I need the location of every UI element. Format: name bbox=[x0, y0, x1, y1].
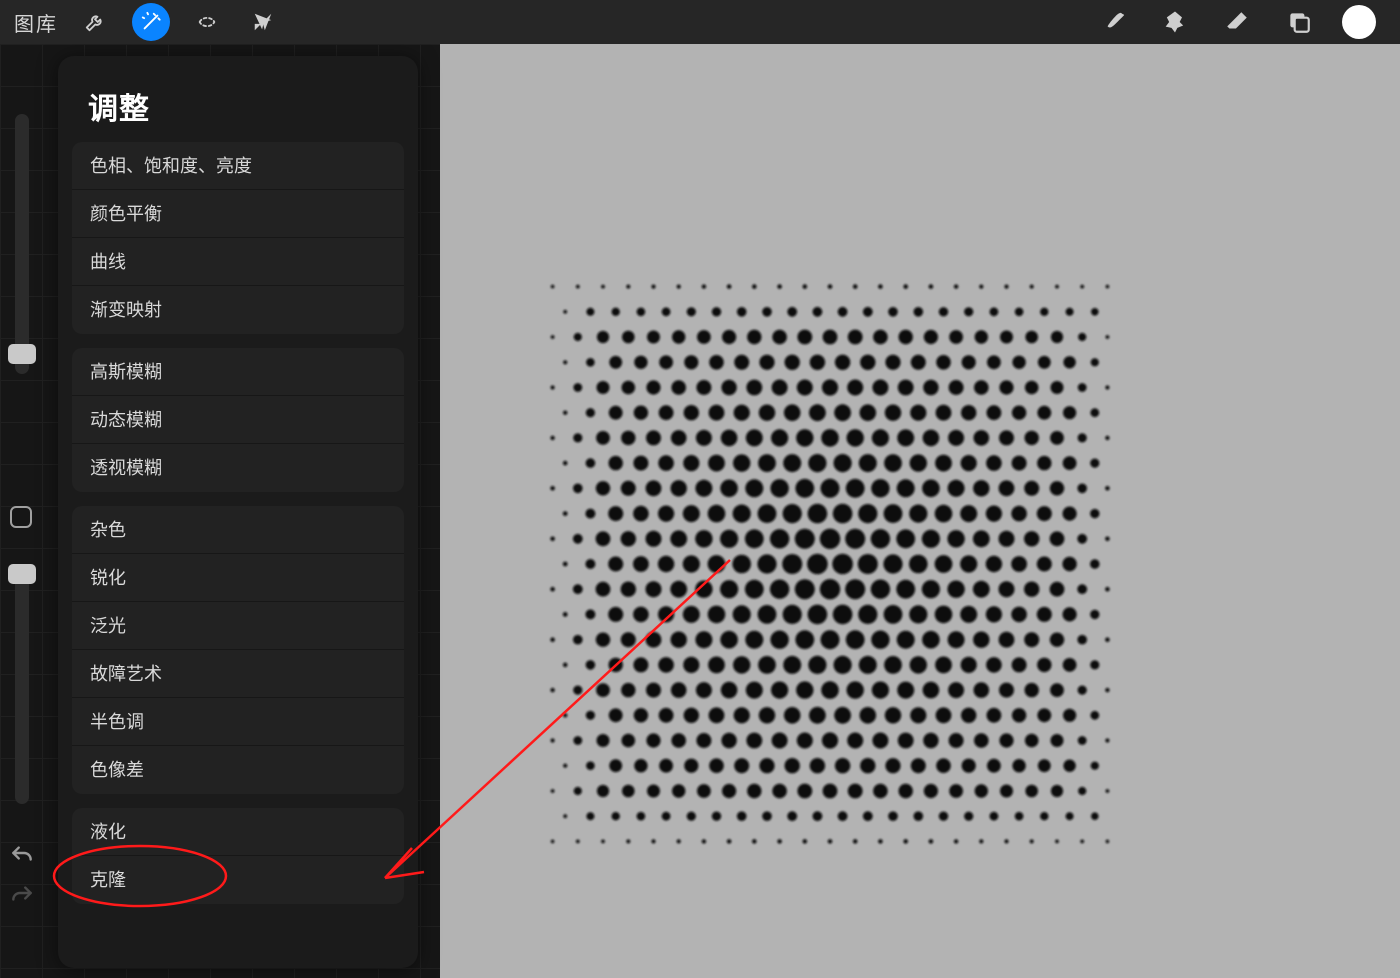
adjust-item-chromatic-aberration[interactable]: 色像差 bbox=[72, 746, 404, 794]
adjust-item-hsl[interactable]: 色相、饱和度、亮度 bbox=[72, 142, 404, 190]
halftone-artwork bbox=[540, 274, 1120, 854]
gallery-button[interactable]: 图库 bbox=[14, 8, 58, 37]
side-rail bbox=[0, 44, 44, 978]
panel-list: 色相、饱和度、亮度 颜色平衡 曲线 渐变映射 高斯模糊 动态模糊 透视模糊 杂色… bbox=[58, 142, 418, 918]
panel-group-tools: 液化 克隆 bbox=[72, 808, 404, 904]
smudge-icon[interactable] bbox=[1156, 3, 1194, 41]
adjust-item-glitch[interactable]: 故障艺术 bbox=[72, 650, 404, 698]
adjust-item-halftone[interactable]: 半色调 bbox=[72, 698, 404, 746]
top-toolbar: 图库 bbox=[0, 0, 1400, 44]
redo-button[interactable] bbox=[0, 874, 44, 912]
color-swatch[interactable] bbox=[1342, 5, 1376, 39]
adjust-item-gaussian-blur[interactable]: 高斯模糊 bbox=[72, 348, 404, 396]
brush-icon[interactable] bbox=[1094, 3, 1132, 41]
adjust-item-liquify[interactable]: 液化 bbox=[72, 808, 404, 856]
toolbar-right-group bbox=[1094, 3, 1400, 41]
eraser-icon[interactable] bbox=[1218, 3, 1256, 41]
adjust-item-bloom[interactable]: 泛光 bbox=[72, 602, 404, 650]
adjust-item-clone[interactable]: 克隆 bbox=[72, 856, 404, 904]
brush-size-slider[interactable] bbox=[15, 114, 29, 374]
panel-title: 调整 bbox=[58, 84, 418, 142]
move-icon[interactable] bbox=[244, 3, 282, 41]
adjust-item-color-balance[interactable]: 颜色平衡 bbox=[72, 190, 404, 238]
adjust-item-noise[interactable]: 杂色 bbox=[72, 506, 404, 554]
modifier-button[interactable] bbox=[10, 506, 32, 528]
opacity-thumb[interactable] bbox=[8, 564, 36, 584]
layers-icon[interactable] bbox=[1280, 3, 1318, 41]
wrench-icon[interactable] bbox=[76, 3, 114, 41]
selection-icon[interactable] bbox=[188, 3, 226, 41]
magic-wand-icon[interactable] bbox=[132, 3, 170, 41]
toolbar-left-group: 图库 bbox=[0, 3, 282, 41]
adjust-item-motion-blur[interactable]: 动态模糊 bbox=[72, 396, 404, 444]
adjustments-panel: 调整 色相、饱和度、亮度 颜色平衡 曲线 渐变映射 高斯模糊 动态模糊 透视模糊… bbox=[58, 56, 418, 968]
panel-group-color: 色相、饱和度、亮度 颜色平衡 曲线 渐变映射 bbox=[72, 142, 404, 334]
panel-group-blur: 高斯模糊 动态模糊 透视模糊 bbox=[72, 348, 404, 492]
canvas-area[interactable] bbox=[440, 44, 1400, 978]
brush-size-thumb[interactable] bbox=[8, 344, 36, 364]
undo-button[interactable] bbox=[0, 834, 44, 872]
panel-group-fx: 杂色 锐化 泛光 故障艺术 半色调 色像差 bbox=[72, 506, 404, 794]
adjust-item-gradient-map[interactable]: 渐变映射 bbox=[72, 286, 404, 334]
adjust-item-curves[interactable]: 曲线 bbox=[72, 238, 404, 286]
adjust-item-perspective-blur[interactable]: 透视模糊 bbox=[72, 444, 404, 492]
opacity-slider[interactable] bbox=[15, 564, 29, 804]
adjust-item-sharpen[interactable]: 锐化 bbox=[72, 554, 404, 602]
